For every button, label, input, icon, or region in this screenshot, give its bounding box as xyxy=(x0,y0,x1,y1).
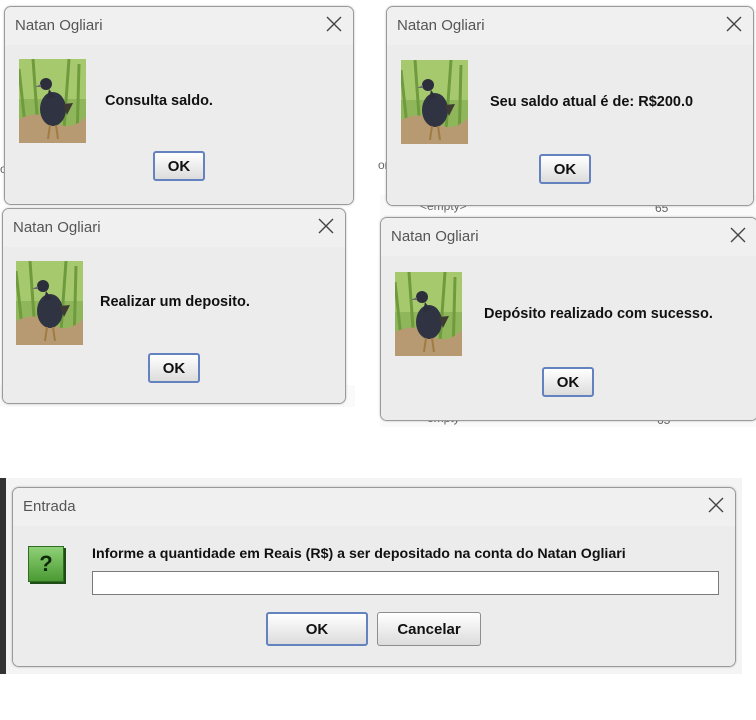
close-icon[interactable] xyxy=(725,15,743,33)
title-bar[interactable]: Natan Ogliari xyxy=(5,7,353,45)
message-dialog-sucesso: Natan Ogliari Depósito realizado com suc… xyxy=(380,217,756,421)
message-dialog-consulta: Natan Ogliari Consulta saldo. OK xyxy=(4,6,354,205)
bird-photo-icon xyxy=(401,60,468,144)
ok-button[interactable]: OK xyxy=(266,612,368,646)
dialog-message: Depósito realizado com sucesso. xyxy=(484,306,713,322)
close-icon[interactable] xyxy=(317,217,335,235)
close-icon[interactable] xyxy=(707,496,725,514)
cancel-button[interactable]: Cancelar xyxy=(377,612,481,646)
message-dialog-saldo: Natan Ogliari Seu saldo atual é de: R$20… xyxy=(386,6,754,206)
close-icon[interactable] xyxy=(729,226,747,244)
dialog-title: Natan Ogliari xyxy=(397,17,485,34)
ok-button[interactable]: OK xyxy=(539,154,591,184)
input-dialog-entrada: Entrada ? Informe a quantidade em Reais … xyxy=(12,487,736,667)
bird-photo-icon xyxy=(19,59,86,143)
title-bar[interactable]: Natan Ogliari xyxy=(387,7,753,45)
input-prompt: Informe a quantidade em Reais (R$) a ser… xyxy=(92,546,626,562)
bird-photo-icon xyxy=(395,272,462,356)
dialog-message: Consulta saldo. xyxy=(105,93,213,109)
ok-button[interactable]: OK xyxy=(153,151,205,181)
dialog-message: Seu saldo atual é de: R$200.0 xyxy=(490,94,694,110)
ok-button[interactable]: OK xyxy=(542,367,594,397)
ok-button[interactable]: OK xyxy=(148,353,200,383)
message-dialog-deposito: Natan Ogliari Realizar um deposito. OK xyxy=(2,208,346,404)
dialog-message: Realizar um deposito. xyxy=(100,294,250,310)
title-bar[interactable]: Entrada xyxy=(13,488,735,526)
dialog-title: Natan Ogliari xyxy=(15,17,103,34)
question-icon: ? xyxy=(28,546,64,582)
bird-photo-icon xyxy=(16,261,83,345)
title-bar[interactable]: Natan Ogliari xyxy=(381,218,756,256)
dialog-title: Natan Ogliari xyxy=(13,219,101,236)
dialog-title: Entrada xyxy=(23,498,76,515)
close-icon[interactable] xyxy=(325,15,343,33)
title-bar[interactable]: Natan Ogliari xyxy=(3,209,345,247)
dialog-title: Natan Ogliari xyxy=(391,228,479,245)
amount-input[interactable] xyxy=(92,571,719,595)
